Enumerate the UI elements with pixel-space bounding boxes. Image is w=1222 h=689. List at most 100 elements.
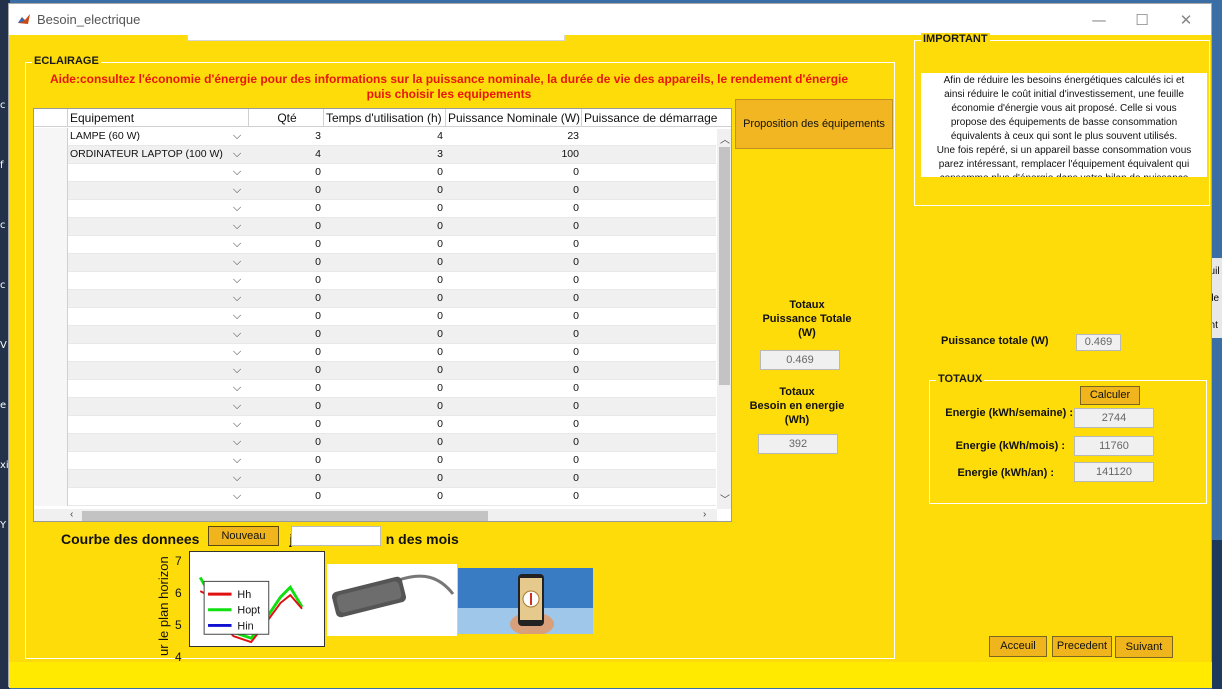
cell-temps[interactable]: 0	[324, 164, 446, 182]
dropdown-chevron-icon[interactable]: ⌵	[230, 254, 244, 272]
cell-qte[interactable]: 3	[249, 128, 324, 146]
cell-equipement[interactable]	[70, 272, 230, 290]
cell-puissance-demarrage[interactable]	[582, 380, 716, 398]
cell-puissance-demarrage[interactable]	[582, 308, 716, 326]
cell-puissance-nominale[interactable]: 0	[446, 254, 582, 272]
table-row[interactable]: LAMPE (60 W) ⌵ 3 4 23	[34, 128, 716, 146]
cell-qte[interactable]: 0	[249, 164, 324, 182]
table-row[interactable]: ⌵ 0 0 0	[34, 290, 716, 308]
cell-puissance-demarrage[interactable]	[582, 470, 716, 488]
cell-qte[interactable]: 0	[249, 362, 324, 380]
cell-puissance-demarrage[interactable]	[582, 272, 716, 290]
cell-puissance-demarrage[interactable]	[582, 416, 716, 434]
scroll-right-icon[interactable]: ›	[703, 509, 706, 520]
cell-temps[interactable]: 0	[324, 182, 446, 200]
cell-qte[interactable]: 0	[249, 182, 324, 200]
cell-puissance-demarrage[interactable]	[582, 236, 716, 254]
table-row[interactable]: ⌵ 0 0 0	[34, 236, 716, 254]
cell-temps[interactable]: 0	[324, 308, 446, 326]
cell-equipement[interactable]: ORDINATEUR LAPTOP (100 W)	[70, 146, 230, 164]
cell-temps[interactable]: 0	[324, 452, 446, 470]
table-row[interactable]: ⌵ 0 0 0	[34, 308, 716, 326]
dropdown-chevron-icon[interactable]: ⌵	[230, 488, 244, 506]
cell-qte[interactable]: 0	[249, 416, 324, 434]
dropdown-chevron-icon[interactable]: ⌵	[230, 434, 244, 452]
cell-puissance-nominale[interactable]: 0	[446, 488, 582, 506]
close-button[interactable]: ✕	[1171, 8, 1201, 32]
minimize-button[interactable]: —	[1084, 8, 1114, 32]
cell-qte[interactable]: 0	[249, 344, 324, 362]
header-puissance-nominale[interactable]: Puissance Nominale (W)	[446, 109, 582, 127]
cell-puissance-nominale[interactable]: 0	[446, 272, 582, 290]
dropdown-chevron-icon[interactable]: ⌵	[230, 128, 244, 146]
cell-equipement[interactable]	[70, 380, 230, 398]
cell-temps[interactable]: 0	[324, 416, 446, 434]
cell-qte[interactable]: 0	[249, 488, 324, 506]
cell-qte[interactable]: 0	[249, 200, 324, 218]
dropdown-chevron-icon[interactable]: ⌵	[230, 200, 244, 218]
table-row[interactable]: ⌵ 0 0 0	[34, 362, 716, 380]
cell-temps[interactable]: 0	[324, 236, 446, 254]
cell-puissance-demarrage[interactable]	[582, 128, 716, 146]
cell-temps[interactable]: 0	[324, 272, 446, 290]
dropdown-chevron-icon[interactable]: ⌵	[230, 290, 244, 308]
scroll-down-icon[interactable]: ﹀	[720, 491, 730, 506]
dropdown-chevron-icon[interactable]: ⌵	[230, 362, 244, 380]
cell-qte[interactable]: 0	[249, 290, 324, 308]
month-input[interactable]	[291, 526, 381, 546]
cell-equipement[interactable]	[70, 290, 230, 308]
cell-puissance-demarrage[interactable]	[582, 254, 716, 272]
cell-equipement[interactable]	[70, 164, 230, 182]
vertical-scroll-thumb[interactable]	[719, 147, 730, 385]
cell-puissance-demarrage[interactable]	[582, 182, 716, 200]
table-vertical-scrollbar[interactable]: ︿ ﹀	[717, 129, 731, 509]
table-row[interactable]: ⌵ 0 0 0	[34, 344, 716, 362]
cell-puissance-demarrage[interactable]	[582, 344, 716, 362]
cell-puissance-demarrage[interactable]	[582, 434, 716, 452]
cell-temps[interactable]: 0	[324, 218, 446, 236]
cell-puissance-nominale[interactable]: 0	[446, 308, 582, 326]
dropdown-chevron-icon[interactable]: ⌵	[230, 182, 244, 200]
table-row[interactable]: ⌵ 0 0 0	[34, 272, 716, 290]
dropdown-chevron-icon[interactable]: ⌵	[230, 236, 244, 254]
dropdown-chevron-icon[interactable]: ⌵	[230, 218, 244, 236]
cell-equipement[interactable]: LAMPE (60 W)	[70, 128, 230, 146]
cell-temps[interactable]: 0	[324, 254, 446, 272]
table-row[interactable]: ⌵ 0 0 0	[34, 452, 716, 470]
cell-equipement[interactable]	[70, 452, 230, 470]
horizontal-scroll-thumb[interactable]	[82, 511, 488, 521]
table-row[interactable]: ⌵ 0 0 0	[34, 398, 716, 416]
dropdown-chevron-icon[interactable]: ⌵	[230, 308, 244, 326]
cell-puissance-nominale[interactable]: 100	[446, 146, 582, 164]
dropdown-chevron-icon[interactable]: ⌵	[230, 272, 244, 290]
equipment-table[interactable]: Equipement Qté Temps d'utilisation (h) P…	[33, 108, 732, 522]
cell-equipement[interactable]	[70, 200, 230, 218]
cell-puissance-demarrage[interactable]	[582, 452, 716, 470]
cell-qte[interactable]: 0	[249, 254, 324, 272]
dropdown-chevron-icon[interactable]: ⌵	[230, 146, 244, 164]
cell-temps[interactable]: 0	[324, 488, 446, 506]
cell-equipement[interactable]	[70, 398, 230, 416]
cell-puissance-nominale[interactable]: 0	[446, 398, 582, 416]
cell-puissance-demarrage[interactable]	[582, 290, 716, 308]
cell-temps[interactable]: 4	[324, 128, 446, 146]
cell-temps[interactable]: 0	[324, 290, 446, 308]
table-row[interactable]: ⌵ 0 0 0	[34, 380, 716, 398]
cell-puissance-nominale[interactable]: 0	[446, 164, 582, 182]
dropdown-chevron-icon[interactable]: ⌵	[230, 164, 244, 182]
scroll-left-icon[interactable]: ‹	[70, 509, 73, 520]
cell-puissance-nominale[interactable]: 0	[446, 416, 582, 434]
suivant-button[interactable]: Suivant	[1115, 636, 1173, 658]
dropdown-chevron-icon[interactable]: ⌵	[230, 452, 244, 470]
cell-equipement[interactable]	[70, 254, 230, 272]
cell-qte[interactable]: 0	[249, 326, 324, 344]
cell-puissance-nominale[interactable]: 0	[446, 200, 582, 218]
dropdown-chevron-icon[interactable]: ⌵	[230, 470, 244, 488]
cell-equipement[interactable]	[70, 434, 230, 452]
cell-qte[interactable]: 0	[249, 236, 324, 254]
cell-puissance-nominale[interactable]: 0	[446, 452, 582, 470]
cell-qte[interactable]: 0	[249, 398, 324, 416]
cell-puissance-demarrage[interactable]	[582, 200, 716, 218]
cell-equipement[interactable]	[70, 362, 230, 380]
cell-equipement[interactable]	[70, 344, 230, 362]
